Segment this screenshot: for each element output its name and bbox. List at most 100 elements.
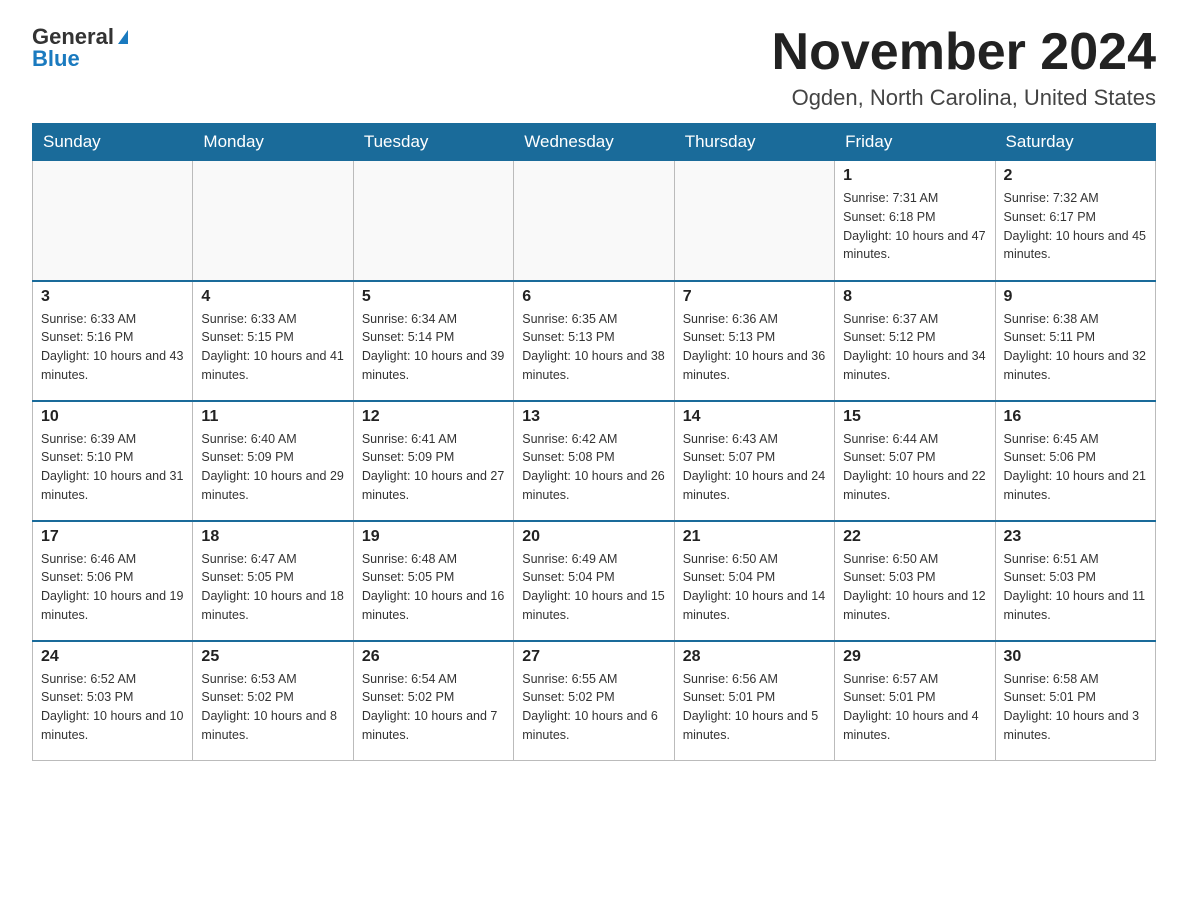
- day-number: 19: [362, 528, 505, 546]
- calendar-day-cell: 22Sunrise: 6:50 AM Sunset: 5:03 PM Dayli…: [835, 521, 995, 641]
- day-info: Sunrise: 6:36 AM Sunset: 5:13 PM Dayligh…: [683, 310, 826, 385]
- logo-triangle-icon: [118, 30, 128, 44]
- calendar-day-cell: [193, 161, 353, 281]
- calendar-day-cell: [33, 161, 193, 281]
- day-number: 24: [41, 648, 184, 666]
- day-of-week-header: Wednesday: [514, 124, 674, 161]
- calendar-day-cell: [353, 161, 513, 281]
- day-number: 28: [683, 648, 826, 666]
- calendar-day-cell: 23 Sunrise: 6:51 AM Sunset: 5:03 PM Dayli…: [995, 521, 1155, 641]
- calendar-week-row: 24 Sunrise: 6:52 AM Sunset: 5:03 PM Dayli…: [33, 641, 1156, 761]
- calendar-week-row: 1 Sunrise: 7:31 AM Sunset: 6:18 PM Daylig…: [33, 161, 1156, 281]
- day-number: 30: [1004, 648, 1147, 666]
- day-number: 27: [522, 648, 665, 666]
- day-number: 6: [522, 288, 665, 306]
- calendar-day-cell: 16Sunrise: 6:45 AM Sunset: 5:06 PM Dayli…: [995, 401, 1155, 521]
- logo: General Blue: [32, 24, 130, 72]
- calendar-day-cell: 2 Sunrise: 7:32 AM Sunset: 6:17 PM Daylig…: [995, 161, 1155, 281]
- day-info: Sunrise: 7:32 AM Sunset: 6:17 PM Dayligh…: [1004, 189, 1147, 264]
- day-number: 14: [683, 408, 826, 426]
- calendar-subtitle: Ogden, North Carolina, United States: [772, 85, 1156, 111]
- calendar-day-cell: 8 Sunrise: 6:37 AM Sunset: 5:12 PM Daylig…: [835, 281, 995, 401]
- day-number: 18: [201, 528, 344, 546]
- day-info: Sunrise: 6:51 AM Sunset: 5:03 PM Dayligh…: [1004, 550, 1147, 625]
- calendar-day-cell: 19Sunrise: 6:48 AM Sunset: 5:05 PM Dayli…: [353, 521, 513, 641]
- day-info: Sunrise: 6:42 AM Sunset: 5:08 PM Dayligh…: [522, 430, 665, 505]
- day-number: 17: [41, 528, 184, 546]
- day-number: 21: [683, 528, 826, 546]
- title-area: November 2024 Ogden, North Carolina, Uni…: [772, 24, 1156, 111]
- calendar-day-cell: 4Sunrise: 6:33 AM Sunset: 5:15 PM Daylig…: [193, 281, 353, 401]
- calendar-day-cell: 10 Sunrise: 6:39 AM Sunset: 5:10 PM Dayli…: [33, 401, 193, 521]
- day-of-week-header: Monday: [193, 124, 353, 161]
- day-info: Sunrise: 6:57 AM Sunset: 5:01 PM Dayligh…: [843, 670, 986, 745]
- day-number: 3: [41, 288, 184, 306]
- calendar-week-row: 17Sunrise: 6:46 AM Sunset: 5:06 PM Dayli…: [33, 521, 1156, 641]
- day-number: 12: [362, 408, 505, 426]
- calendar-day-cell: [674, 161, 834, 281]
- day-info: Sunrise: 6:37 AM Sunset: 5:12 PM Dayligh…: [843, 310, 986, 385]
- calendar-day-cell: 1 Sunrise: 7:31 AM Sunset: 6:18 PM Daylig…: [835, 161, 995, 281]
- day-number: 22: [843, 528, 986, 546]
- calendar-day-cell: 26 Sunrise: 6:54 AM Sunset: 5:02 PM Dayli…: [353, 641, 513, 761]
- day-number: 26: [362, 648, 505, 666]
- day-info: Sunrise: 6:44 AM Sunset: 5:07 PM Dayligh…: [843, 430, 986, 505]
- calendar-day-cell: 20Sunrise: 6:49 AM Sunset: 5:04 PM Dayli…: [514, 521, 674, 641]
- calendar-day-cell: 14 Sunrise: 6:43 AM Sunset: 5:07 PM Dayli…: [674, 401, 834, 521]
- day-number: 7: [683, 288, 826, 306]
- calendar-day-cell: 3 Sunrise: 6:33 AM Sunset: 5:16 PM Daylig…: [33, 281, 193, 401]
- calendar-header-row: SundayMondayTuesdayWednesdayThursdayFrid…: [33, 124, 1156, 161]
- calendar-day-cell: 5 Sunrise: 6:34 AM Sunset: 5:14 PM Daylig…: [353, 281, 513, 401]
- day-info: Sunrise: 6:55 AM Sunset: 5:02 PM Dayligh…: [522, 670, 665, 745]
- day-number: 1: [843, 167, 986, 185]
- day-info: Sunrise: 6:33 AM Sunset: 5:16 PM Dayligh…: [41, 310, 184, 385]
- day-number: 20: [522, 528, 665, 546]
- day-number: 9: [1004, 288, 1147, 306]
- day-of-week-header: Saturday: [995, 124, 1155, 161]
- day-info: Sunrise: 6:54 AM Sunset: 5:02 PM Dayligh…: [362, 670, 505, 745]
- day-number: 23: [1004, 528, 1147, 546]
- calendar-day-cell: 13 Sunrise: 6:42 AM Sunset: 5:08 PM Dayli…: [514, 401, 674, 521]
- calendar-day-cell: 6 Sunrise: 6:35 AM Sunset: 5:13 PM Daylig…: [514, 281, 674, 401]
- calendar-day-cell: 29 Sunrise: 6:57 AM Sunset: 5:01 PM Dayli…: [835, 641, 995, 761]
- day-number: 29: [843, 648, 986, 666]
- day-number: 13: [522, 408, 665, 426]
- day-info: Sunrise: 6:43 AM Sunset: 5:07 PM Dayligh…: [683, 430, 826, 505]
- calendar-title: November 2024: [772, 24, 1156, 81]
- day-info: Sunrise: 6:40 AM Sunset: 5:09 PM Dayligh…: [201, 430, 344, 505]
- day-info: Sunrise: 6:33 AM Sunset: 5:15 PM Dayligh…: [201, 310, 344, 385]
- day-number: 2: [1004, 167, 1147, 185]
- calendar-week-row: 3 Sunrise: 6:33 AM Sunset: 5:16 PM Daylig…: [33, 281, 1156, 401]
- day-info: Sunrise: 6:39 AM Sunset: 5:10 PM Dayligh…: [41, 430, 184, 505]
- day-info: Sunrise: 6:47 AM Sunset: 5:05 PM Dayligh…: [201, 550, 344, 625]
- day-number: 15: [843, 408, 986, 426]
- day-of-week-header: Thursday: [674, 124, 834, 161]
- calendar-day-cell: 15 Sunrise: 6:44 AM Sunset: 5:07 PM Dayli…: [835, 401, 995, 521]
- day-info: Sunrise: 6:56 AM Sunset: 5:01 PM Dayligh…: [683, 670, 826, 745]
- calendar-day-cell: 24 Sunrise: 6:52 AM Sunset: 5:03 PM Dayli…: [33, 641, 193, 761]
- calendar-day-cell: 12Sunrise: 6:41 AM Sunset: 5:09 PM Dayli…: [353, 401, 513, 521]
- calendar-day-cell: 21 Sunrise: 6:50 AM Sunset: 5:04 PM Dayli…: [674, 521, 834, 641]
- calendar-day-cell: 27 Sunrise: 6:55 AM Sunset: 5:02 PM Dayli…: [514, 641, 674, 761]
- calendar-day-cell: 25Sunrise: 6:53 AM Sunset: 5:02 PM Dayli…: [193, 641, 353, 761]
- day-of-week-header: Tuesday: [353, 124, 513, 161]
- day-info: Sunrise: 6:34 AM Sunset: 5:14 PM Dayligh…: [362, 310, 505, 385]
- calendar-day-cell: [514, 161, 674, 281]
- day-number: 5: [362, 288, 505, 306]
- calendar-day-cell: 11 Sunrise: 6:40 AM Sunset: 5:09 PM Dayli…: [193, 401, 353, 521]
- calendar-day-cell: 30 Sunrise: 6:58 AM Sunset: 5:01 PM Dayli…: [995, 641, 1155, 761]
- day-number: 10: [41, 408, 184, 426]
- logo-blue-text: Blue: [32, 46, 80, 72]
- day-info: Sunrise: 6:58 AM Sunset: 5:01 PM Dayligh…: [1004, 670, 1147, 745]
- page-header: General Blue November 2024 Ogden, North …: [32, 24, 1156, 111]
- day-info: Sunrise: 6:53 AM Sunset: 5:02 PM Dayligh…: [201, 670, 344, 745]
- day-number: 11: [201, 408, 344, 426]
- day-info: Sunrise: 6:50 AM Sunset: 5:04 PM Dayligh…: [683, 550, 826, 625]
- day-info: Sunrise: 6:35 AM Sunset: 5:13 PM Dayligh…: [522, 310, 665, 385]
- day-info: Sunrise: 6:52 AM Sunset: 5:03 PM Dayligh…: [41, 670, 184, 745]
- calendar-week-row: 10 Sunrise: 6:39 AM Sunset: 5:10 PM Dayli…: [33, 401, 1156, 521]
- day-info: Sunrise: 6:38 AM Sunset: 5:11 PM Dayligh…: [1004, 310, 1147, 385]
- day-number: 8: [843, 288, 986, 306]
- day-info: Sunrise: 7:31 AM Sunset: 6:18 PM Dayligh…: [843, 189, 986, 264]
- calendar-day-cell: 28 Sunrise: 6:56 AM Sunset: 5:01 PM Dayli…: [674, 641, 834, 761]
